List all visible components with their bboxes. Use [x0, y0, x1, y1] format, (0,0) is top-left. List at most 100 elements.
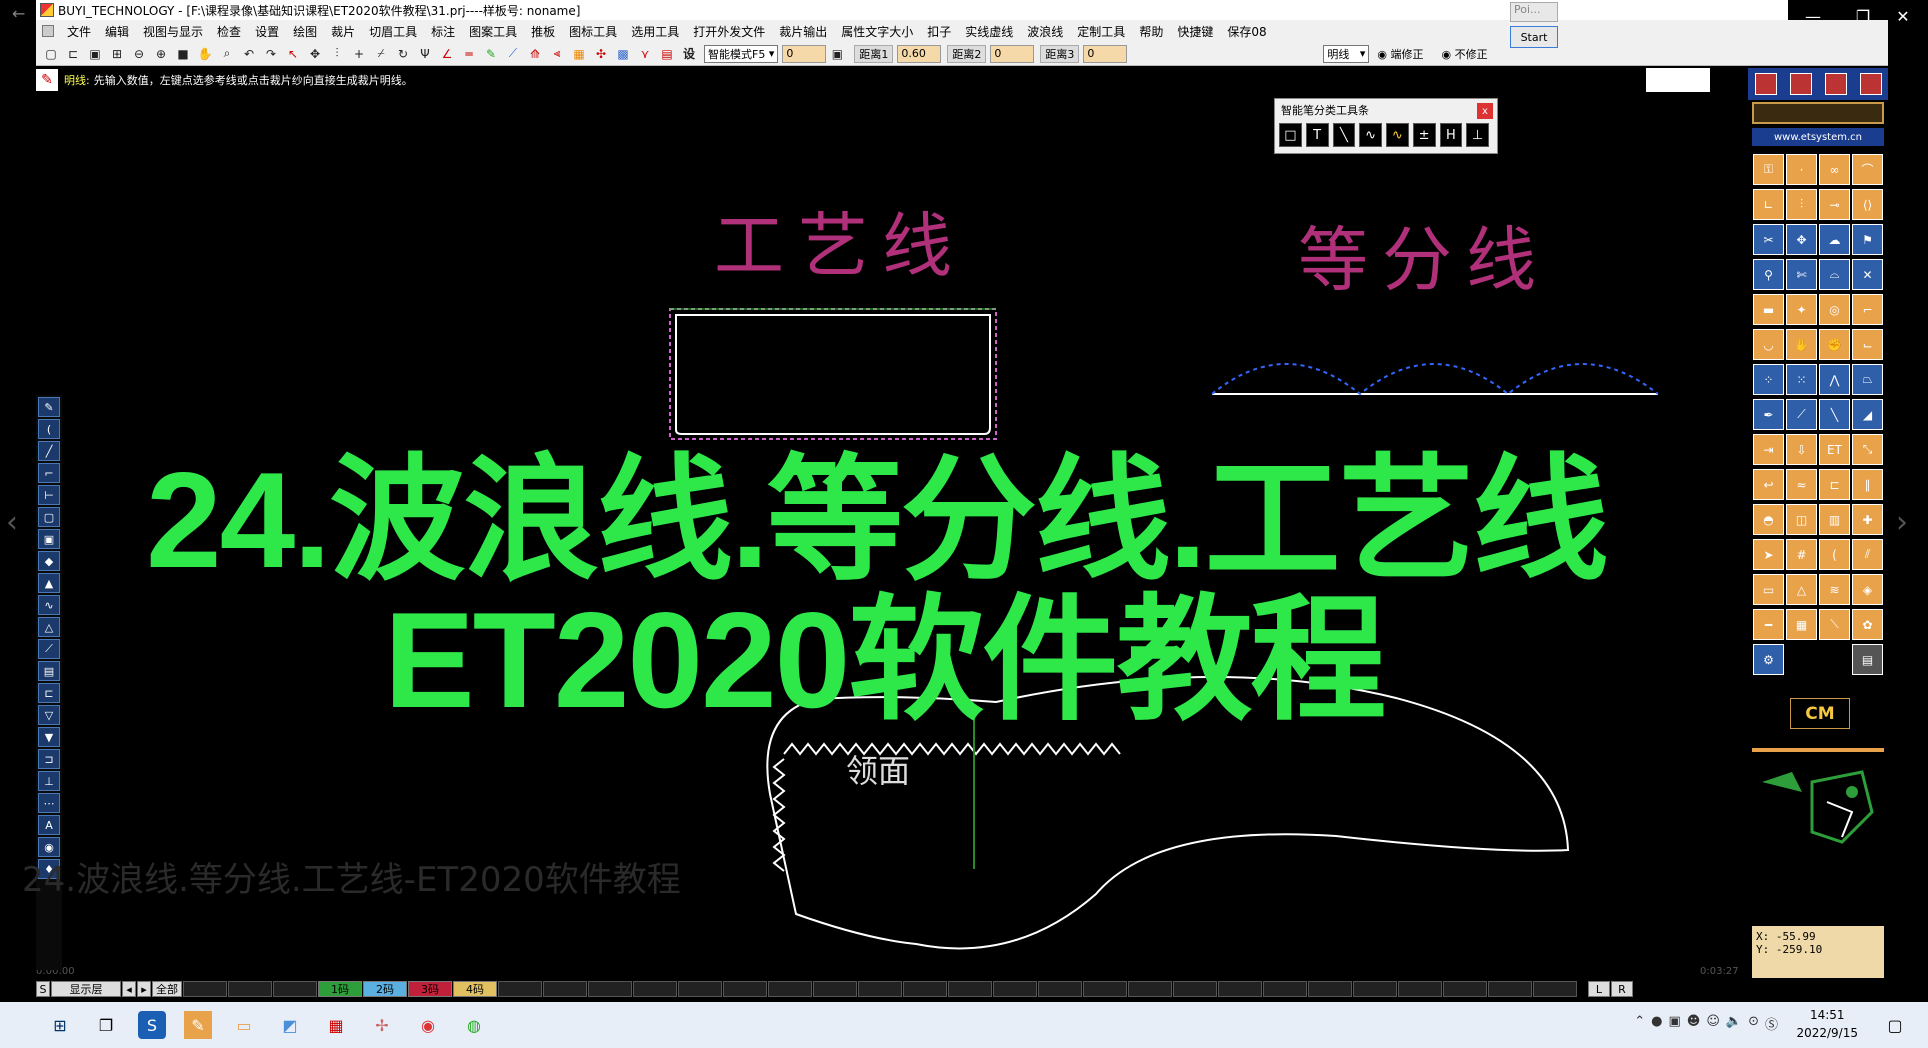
move-icon[interactable]: ✥	[306, 45, 324, 63]
rp-tool-peak-icon[interactable]: ⋀	[1819, 364, 1850, 395]
pen-icon[interactable]: ✎	[482, 45, 500, 63]
layer-next-icon[interactable]: ▸	[137, 981, 151, 997]
bracket-tool-button[interactable]: ⊐	[38, 749, 60, 769]
panel-tool-1-icon[interactable]	[1754, 73, 1777, 95]
rp-tool-chain-icon[interactable]: ⊸	[1819, 189, 1850, 220]
menu-pattern-tools[interactable]: 图案工具	[462, 23, 524, 40]
input-1[interactable]: 0	[782, 44, 827, 63]
file-explorer-icon[interactable]: ▭	[230, 1011, 258, 1039]
baseline-tool-button[interactable]: ⊥	[38, 771, 60, 791]
toolbox-close-button[interactable]: x	[1477, 103, 1493, 119]
rotate-icon[interactable]: ↻	[394, 45, 412, 63]
rp-tool-collar-icon[interactable]: ◈	[1852, 574, 1883, 605]
panel-tool-4-icon[interactable]	[1859, 73, 1882, 95]
toolbox-diagonal-tool[interactable]: ╲	[1332, 123, 1356, 147]
layer-prev-icon[interactable]: ◂	[122, 981, 136, 997]
layer-r-button[interactable]: R	[1611, 981, 1633, 997]
rp-tool-resize-icon[interactable]: ⤡	[1852, 434, 1883, 465]
rp-tool-dots-icon[interactable]: ⁘	[1753, 364, 1784, 395]
mode-select[interactable]: 智能模式F5 ▾	[704, 44, 779, 63]
menu-file[interactable]: 文件	[60, 23, 98, 40]
pan-hand-icon[interactable]: ✋	[196, 45, 214, 63]
text-tool-button[interactable]: A	[38, 815, 60, 835]
size-code-1[interactable]: 1码	[318, 981, 362, 997]
size-code-3[interactable]: 3码	[408, 981, 452, 997]
menu-help[interactable]: 帮助	[1132, 23, 1170, 40]
toolbox-perp-tool[interactable]: ⊥	[1466, 123, 1489, 147]
back-arrow-icon[interactable]: ←	[12, 4, 25, 23]
layer-slot[interactable]	[498, 981, 542, 997]
rp-tool-cup-icon[interactable]: ◡	[1753, 329, 1784, 360]
hint-input-box[interactable]	[1646, 68, 1710, 92]
menu-cut-tools[interactable]: 切眉工具	[362, 23, 424, 40]
rp-tool-steps-icon[interactable]: ⊏	[1819, 469, 1850, 500]
distance1-input[interactable]: 0.60	[897, 44, 942, 63]
dart-tool-button[interactable]: ◆	[38, 551, 60, 571]
grid-icon[interactable]: ⊞	[108, 45, 126, 63]
app-disk-icon[interactable]: ◩	[276, 1011, 304, 1039]
rp-tool-triangle-icon[interactable]: △	[1786, 574, 1817, 605]
fill-tool-button[interactable]: ▣	[38, 529, 60, 549]
select-arrow-icon[interactable]: ↖	[284, 45, 302, 63]
rp-tool-et-icon[interactable]: ET	[1819, 434, 1850, 465]
menu-shortcuts[interactable]: 快捷键	[1170, 23, 1220, 40]
layer-slot[interactable]	[1218, 981, 1262, 997]
size-code-4[interactable]: 4码	[453, 981, 497, 997]
rp-tool-spiral-icon[interactable]: ◎	[1819, 294, 1850, 325]
notification-icon[interactable]: ▢	[1882, 1012, 1908, 1038]
rp-tool-scissor-icon[interactable]: ✄	[1786, 259, 1817, 290]
display-layer-button[interactable]: 显示层	[51, 981, 121, 997]
new-file-icon[interactable]: ▢	[42, 45, 60, 63]
rp-tool-flower-icon[interactable]: ✿	[1852, 609, 1883, 640]
rp-tool-cap-icon[interactable]: ◓	[1753, 504, 1784, 535]
menu-icon-tools[interactable]: 图标工具	[562, 23, 624, 40]
layer-slot[interactable]	[1263, 981, 1307, 997]
layer-slot[interactable]	[858, 981, 902, 997]
rp-tool-calc-icon[interactable]: ▦	[1786, 609, 1817, 640]
layer-slot[interactable]	[633, 981, 677, 997]
panel-tool-2-icon[interactable]	[1789, 73, 1812, 95]
zoom-out-icon[interactable]: ⊖	[130, 45, 148, 63]
layer-slot[interactable]	[903, 981, 947, 997]
menu-open-external[interactable]: 打开外发文件	[686, 23, 772, 40]
menu-grade[interactable]: 推板	[524, 23, 562, 40]
menu-pieces[interactable]: 裁片	[324, 23, 362, 40]
rp-tool-slash-icon[interactable]: ⫽	[1852, 539, 1883, 570]
toolbox-rect-tool[interactable]: □	[1279, 123, 1302, 147]
rp-tool-plus-icon[interactable]: ✚	[1852, 504, 1883, 535]
layer-slot[interactable]	[1488, 981, 1532, 997]
line-type-select[interactable]: 明线 ▾	[1323, 44, 1370, 63]
zoom-in-icon[interactable]: ⊕	[152, 45, 170, 63]
rp-tool-x-icon[interactable]: ✕	[1852, 259, 1883, 290]
rp-tool-split-icon[interactable]: ⫶	[1786, 189, 1817, 220]
rp-tool-pin-icon[interactable]: ⚲	[1753, 259, 1784, 290]
layer-slot[interactable]	[273, 981, 317, 997]
rp-tool-hand-icon[interactable]: ✋	[1786, 329, 1817, 360]
layer-slot[interactable]	[543, 981, 587, 997]
rp-tool-bracket-icon[interactable]: ⟨⟩	[1852, 189, 1883, 220]
menu-check[interactable]: 检查	[210, 23, 248, 40]
save-icon[interactable]: ▣	[86, 45, 104, 63]
rp-tool-angle-icon[interactable]: ∟	[1753, 189, 1784, 220]
tray-app-icon[interactable]: ●	[1651, 1014, 1662, 1033]
rp-tool-bucket-icon[interactable]: ◫	[1786, 504, 1817, 535]
rp-tool-bed-icon[interactable]: ▬	[1753, 294, 1784, 325]
layer-slot[interactable]	[588, 981, 632, 997]
start-button[interactable]: Start	[1510, 26, 1558, 48]
toolbox-wave-tool[interactable]: ∿	[1359, 123, 1382, 147]
rp-tool-feather-icon[interactable]: ╲	[1819, 399, 1850, 430]
unit-cm-button[interactable]: CM	[1790, 698, 1850, 729]
menu-custom-tools[interactable]: 定制工具	[1070, 23, 1132, 40]
wechat-icon[interactable]: ◍	[460, 1011, 488, 1039]
layer-slot[interactable]	[228, 981, 272, 997]
layer-all-button[interactable]: 全部	[152, 981, 182, 997]
layer-slot[interactable]	[948, 981, 992, 997]
toolbox-wave-active-tool[interactable]: ∿	[1386, 123, 1409, 147]
radio-no-fix[interactable]: ◉ 不修正	[1442, 46, 1488, 62]
layer-slot[interactable]	[723, 981, 767, 997]
layer-slot[interactable]	[1308, 981, 1352, 997]
rp-tool-export-icon[interactable]: ⇥	[1753, 434, 1784, 465]
app-s-icon[interactable]: S	[138, 1011, 166, 1039]
arc-tool-button[interactable]: (	[38, 419, 60, 439]
size-code-2[interactable]: 2码	[363, 981, 407, 997]
